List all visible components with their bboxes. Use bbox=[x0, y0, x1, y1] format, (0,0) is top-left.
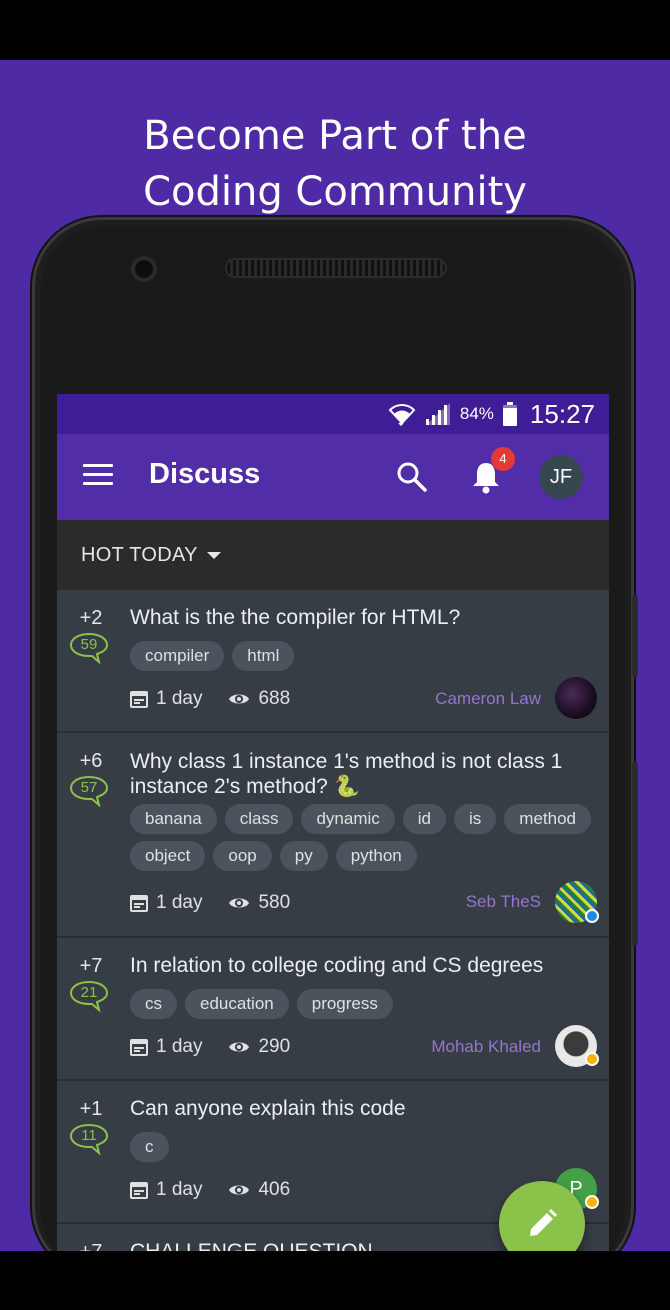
battery-icon bbox=[502, 402, 517, 426]
user-avatar[interactable]: JF bbox=[539, 455, 583, 499]
answer-count-value: 57 bbox=[80, 779, 98, 796]
star-badge-icon bbox=[585, 1052, 599, 1066]
answer-count: 21 bbox=[69, 980, 109, 1012]
pencil-icon bbox=[530, 1209, 557, 1236]
tag-chip[interactable]: python bbox=[335, 841, 417, 871]
tag-chip[interactable]: is bbox=[454, 804, 497, 834]
eye-icon bbox=[229, 1042, 250, 1052]
author-avatar[interactable] bbox=[555, 677, 597, 719]
search-icon[interactable] bbox=[395, 460, 429, 494]
promo-title: Become Part of the Coding Community bbox=[0, 108, 670, 220]
calendar-icon bbox=[130, 691, 148, 708]
filter-label: HOT TODAY bbox=[81, 544, 198, 566]
tag-chip[interactable]: id bbox=[402, 804, 447, 834]
eye-icon bbox=[229, 694, 250, 704]
tag-chip[interactable]: cs bbox=[130, 989, 177, 1019]
tag-chip[interactable]: progress bbox=[296, 989, 393, 1019]
star-badge-icon bbox=[585, 909, 599, 923]
signal-icon bbox=[425, 403, 450, 425]
post-age: 1 day bbox=[156, 1179, 203, 1200]
answer-count: 11 bbox=[69, 1123, 109, 1155]
tag-chip[interactable]: class bbox=[224, 804, 294, 834]
answer-count: 57 bbox=[69, 775, 109, 807]
post-title[interactable]: What is the the compiler for HTML? bbox=[130, 605, 590, 630]
notification-badge: 4 bbox=[491, 447, 515, 471]
tag-chip[interactable]: dynamic bbox=[301, 804, 395, 834]
post-item[interactable]: +6 57 Why class 1 instance 1's method is… bbox=[57, 733, 609, 938]
earpiece-speaker bbox=[225, 258, 447, 278]
status-icons: 84% 15:27 bbox=[388, 394, 595, 434]
app-screen: 84% 15:27 Discuss 4 JF HOT TODAY +2 59 W… bbox=[57, 394, 609, 1251]
eye-icon bbox=[229, 1185, 250, 1195]
promo-title-line-1: Become Part of the bbox=[143, 113, 527, 159]
top-black-bar bbox=[0, 0, 670, 60]
author-name[interactable]: Cameron Law bbox=[435, 689, 541, 709]
tag-list: c bbox=[130, 1132, 600, 1162]
status-bar: 84% 15:27 bbox=[57, 394, 609, 434]
view-count: 688 bbox=[258, 688, 291, 709]
post-title[interactable]: Why class 1 instance 1's method is not c… bbox=[130, 749, 590, 799]
post-age: 1 day bbox=[156, 892, 203, 913]
calendar-icon bbox=[130, 1182, 148, 1199]
answer-count-value: 11 bbox=[81, 1127, 97, 1144]
post-title[interactable]: Can anyone explain this code bbox=[130, 1096, 590, 1121]
filter-dropdown[interactable]: HOT TODAY bbox=[57, 520, 609, 590]
tag-list: compiler html bbox=[130, 641, 600, 671]
app-bar: Discuss 4 JF bbox=[57, 434, 609, 520]
post-meta: 1 day 406 bbox=[130, 1178, 290, 1202]
vote-count: +6 bbox=[79, 750, 103, 772]
tag-chip[interactable]: education bbox=[185, 989, 289, 1019]
post-item[interactable]: +7 21 In relation to college coding and … bbox=[57, 938, 609, 1081]
vote-count: +1 bbox=[79, 1098, 103, 1120]
phone-side-button bbox=[632, 762, 638, 946]
eye-icon bbox=[229, 898, 250, 908]
author-name[interactable]: Seb TheS bbox=[466, 892, 541, 912]
view-count: 290 bbox=[258, 1036, 291, 1057]
tag-chip[interactable]: compiler bbox=[130, 641, 225, 671]
tag-chip[interactable]: object bbox=[130, 841, 206, 871]
answer-count: 59 bbox=[69, 632, 109, 664]
phone-side-button bbox=[632, 595, 638, 677]
battery-percent: 84% bbox=[459, 404, 494, 423]
post-meta: 1 day 290 bbox=[130, 1035, 290, 1059]
menu-icon[interactable] bbox=[83, 464, 115, 490]
promo-title-line-2: Coding Community bbox=[143, 169, 527, 215]
author-name[interactable]: Mohab Khaled bbox=[431, 1037, 541, 1057]
calendar-icon bbox=[130, 895, 148, 912]
tag-list: banana class dynamic id is method object… bbox=[130, 804, 600, 871]
star-badge-icon bbox=[585, 1195, 599, 1209]
view-count: 406 bbox=[258, 1179, 291, 1200]
post-age: 1 day bbox=[156, 1036, 203, 1057]
bottom-black-bar bbox=[0, 1251, 670, 1310]
post-age: 1 day bbox=[156, 688, 203, 709]
page-title: Discuss bbox=[149, 458, 261, 490]
vote-count: +7 bbox=[69, 1241, 113, 1251]
vote-count: +7 bbox=[79, 955, 103, 977]
tag-chip[interactable]: html bbox=[232, 641, 295, 671]
post-title[interactable]: In relation to college coding and CS deg… bbox=[130, 953, 590, 978]
post-item[interactable]: +2 59 What is the the compiler for HTML?… bbox=[57, 590, 609, 733]
calendar-icon bbox=[130, 1039, 148, 1056]
chevron-down-icon bbox=[207, 552, 221, 559]
status-clock: 15:27 bbox=[529, 398, 595, 429]
tag-chip[interactable]: method bbox=[504, 804, 591, 834]
tag-chip[interactable]: c bbox=[130, 1132, 169, 1162]
tag-chip[interactable]: py bbox=[279, 841, 328, 871]
post-meta: 1 day 688 bbox=[130, 687, 290, 711]
wifi-icon bbox=[388, 404, 416, 427]
tag-list: cs education progress bbox=[130, 989, 600, 1019]
vote-count: +2 bbox=[79, 607, 103, 629]
tag-chip[interactable]: oop bbox=[213, 841, 272, 871]
front-camera bbox=[131, 256, 157, 282]
view-count: 580 bbox=[258, 892, 291, 913]
answer-count-value: 59 bbox=[80, 636, 98, 653]
post-meta: 1 day 580 bbox=[130, 891, 290, 915]
post-list: +2 59 What is the the compiler for HTML?… bbox=[57, 590, 609, 1251]
tag-chip[interactable]: banana bbox=[130, 804, 217, 834]
answer-count-value: 21 bbox=[80, 984, 98, 1001]
